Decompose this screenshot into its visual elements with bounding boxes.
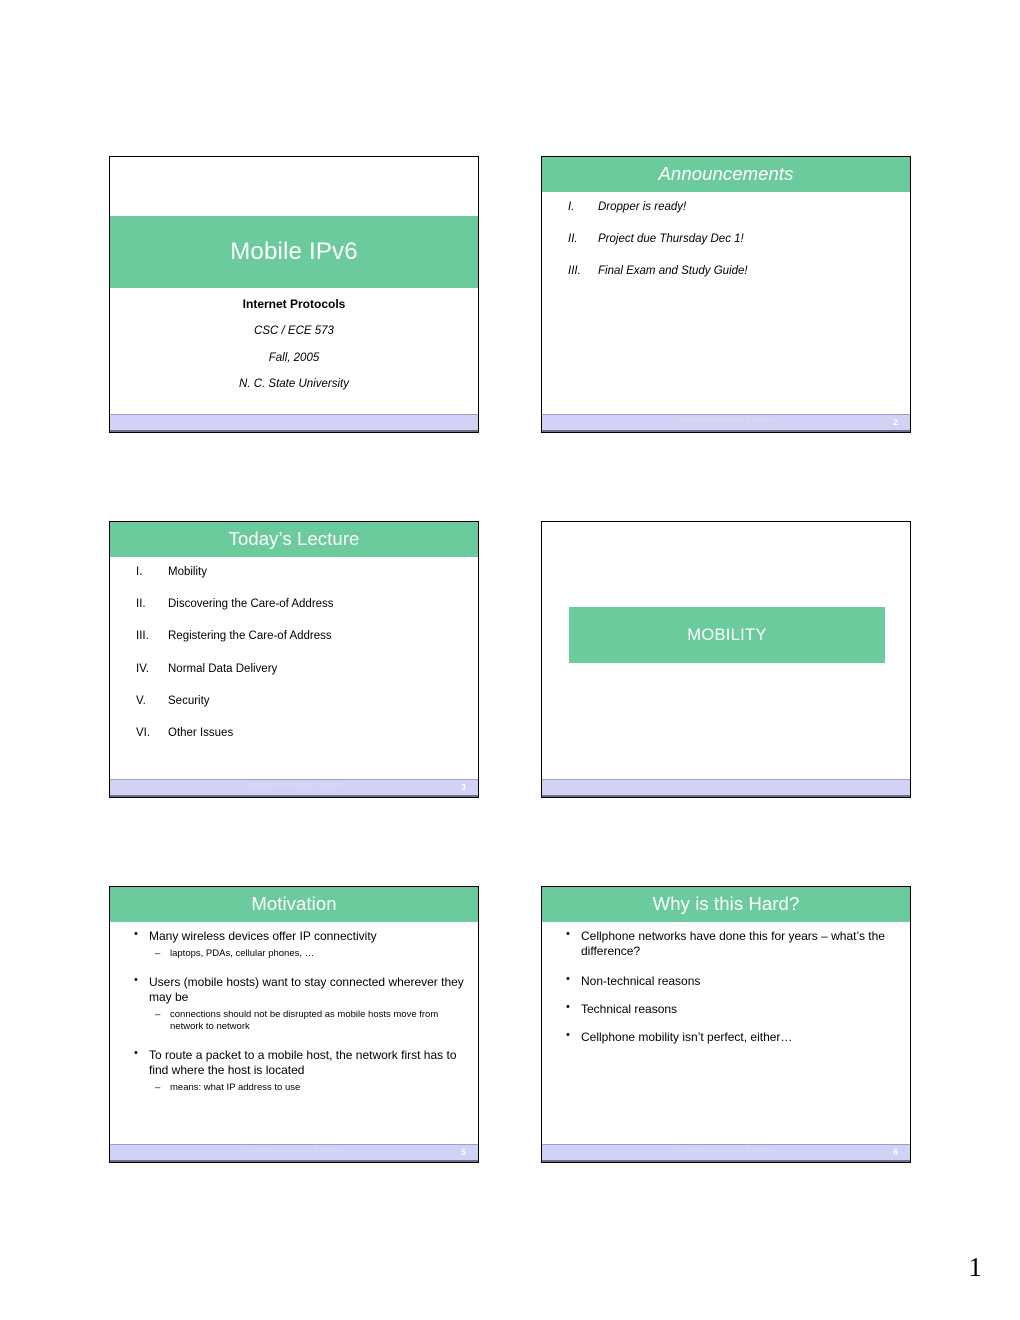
slide-footer: copyright 2005 Douglas S. Reeves 5 [110, 1144, 478, 1162]
slide-footer [542, 779, 910, 797]
list-item: IV. Normal Data Delivery [136, 663, 468, 676]
todays-lecture-list: I. Mobility II. Discovering the Care-of … [110, 566, 478, 759]
list-item: I. Mobility [136, 566, 468, 579]
footer-page-number: 3 [461, 782, 466, 792]
list-item-label: Registering the Care-of Address [168, 630, 332, 643]
bullet-spacer [564, 963, 898, 974]
list-item: VI. Other Issues [136, 727, 468, 740]
handout-page-number: 1 [968, 1252, 983, 1282]
slide-motivation: Motivation Many wireless devices offer I… [109, 886, 479, 1163]
section-band: MOBILITY [569, 607, 885, 663]
list-item-number: IV. [136, 662, 150, 675]
footer-copyright: copyright 2005 Douglas S. Reeves [678, 418, 774, 424]
bullet-level-1: To route a packet to a mobile host, the … [132, 1047, 466, 1078]
slide-mobility-section: MOBILITY [541, 521, 911, 798]
footer-page-number: 6 [893, 1147, 898, 1157]
slide-title: Motivation [251, 893, 337, 915]
list-item: V. Security [136, 695, 468, 708]
slide-footer [110, 414, 478, 432]
announcements-list: I. Dropper is ready! II. Project due Thu… [542, 201, 910, 298]
bullet-level-1: Users (mobile hosts) want to stay connec… [132, 974, 466, 1005]
bullet-level-2: connections should not be disrupted as m… [132, 1009, 466, 1033]
list-item-label: Mobility [168, 566, 207, 578]
list-item: III. Final Exam and Study Guide! [568, 265, 900, 278]
university-name: N. C. State University [239, 378, 349, 390]
bullet-level-2: means: what IP address to use [132, 1082, 466, 1094]
list-item-number: II. [568, 233, 578, 246]
title-band: Mobile IPv6 [110, 216, 478, 288]
course-term: Fall, 2005 [268, 351, 320, 364]
list-item-number: I. [136, 566, 143, 578]
footer-copyright: copyright 2005 Douglas S. Reeves [678, 1148, 774, 1154]
title-subtitle-block: Internet Protocols CSC / ECE 573 Fall, 2… [110, 298, 478, 406]
list-item-label: Other Issues [168, 727, 234, 740]
slide-footer: copyright 2005 Douglas S. Reeves 3 [110, 779, 478, 797]
list-item-number: I. [568, 201, 575, 213]
list-item-number: III. [568, 265, 581, 278]
bullet-spacer [564, 993, 898, 1002]
bullet-level-1: Many wireless devices offer IP connectiv… [132, 928, 466, 944]
list-item-number: III. [136, 630, 149, 643]
course-name: Internet Protocols [242, 297, 346, 311]
slide-footer: copyright 2005 Douglas S. Reeves 6 [542, 1144, 910, 1162]
bullet-level-1: Non-technical reasons [564, 973, 898, 989]
slide-title-bar: Announcements [542, 157, 910, 192]
list-item-label: Dropper is ready! [598, 201, 687, 213]
list-item: III. Registering the Care-of Address [136, 630, 468, 643]
slide-title-bar: Motivation [110, 887, 478, 922]
slide-footer: copyright 2005 Douglas S. Reeves 2 [542, 414, 910, 432]
slide-title-bar: Today’s Lecture [110, 522, 478, 557]
slide-title: Today’s Lecture [228, 528, 360, 550]
footer-page-number: 2 [893, 417, 898, 427]
slide-title-mobile-ipv6: Mobile IPv6 Internet Protocols CSC / ECE… [109, 156, 479, 433]
bullet-level-2: laptops, PDAs, cellular phones, … [132, 948, 466, 960]
slide-main-title: Mobile IPv6 [230, 238, 358, 265]
slide-title: Announcements [658, 163, 794, 185]
bullet-level-1: Cellphone networks have done this for ye… [564, 928, 898, 959]
list-item: I. Dropper is ready! [568, 201, 900, 214]
footer-copyright: copyright 2005 Douglas S. Reeves [246, 783, 342, 789]
list-item: II. Discovering the Care-of Address [136, 598, 468, 611]
section-title: MOBILITY [687, 625, 767, 644]
slide-announcements: Announcements I. Dropper is ready! II. P… [541, 156, 911, 433]
list-item-number: II. [136, 598, 146, 611]
footer-page-number: 5 [461, 1147, 466, 1157]
slide-todays-lecture: Today’s Lecture I. Mobility II. Discover… [109, 521, 479, 798]
bullet-level-1: Technical reasons [564, 1001, 898, 1017]
list-item-label: Project due Thursday Dec 1! [598, 233, 744, 246]
list-item: II. Project due Thursday Dec 1! [568, 233, 900, 246]
list-item-label: Discovering the Care-of Address [168, 598, 334, 611]
footer-copyright: copyright 2005 Douglas S. Reeves [246, 1148, 342, 1154]
slide-title: Why is this Hard? [652, 893, 800, 915]
why-hard-bullets: Cellphone networks have done this for ye… [542, 928, 910, 1049]
bullet-spacer [132, 1037, 466, 1048]
slide-why-is-this-hard: Why is this Hard? Cellphone networks hav… [541, 886, 911, 1163]
course-code: CSC / ECE 573 [254, 325, 334, 337]
printed-slide-handout-page: Mobile IPv6 Internet Protocols CSC / ECE… [0, 0, 1020, 1320]
bullet-spacer [132, 964, 466, 975]
slide-title-bar: Why is this Hard? [542, 887, 910, 922]
list-item-number: V. [136, 694, 146, 707]
list-item-label: Final Exam and Study Guide! [598, 265, 748, 278]
list-item-number: VI. [136, 727, 151, 740]
bullet-spacer [564, 1021, 898, 1030]
list-item-label: Security [168, 694, 210, 707]
list-item-label: Normal Data Delivery [168, 662, 278, 675]
motivation-bullets: Many wireless devices offer IP connectiv… [110, 928, 478, 1098]
bullet-level-1: Cellphone mobility isn’t perfect, either… [564, 1029, 898, 1045]
